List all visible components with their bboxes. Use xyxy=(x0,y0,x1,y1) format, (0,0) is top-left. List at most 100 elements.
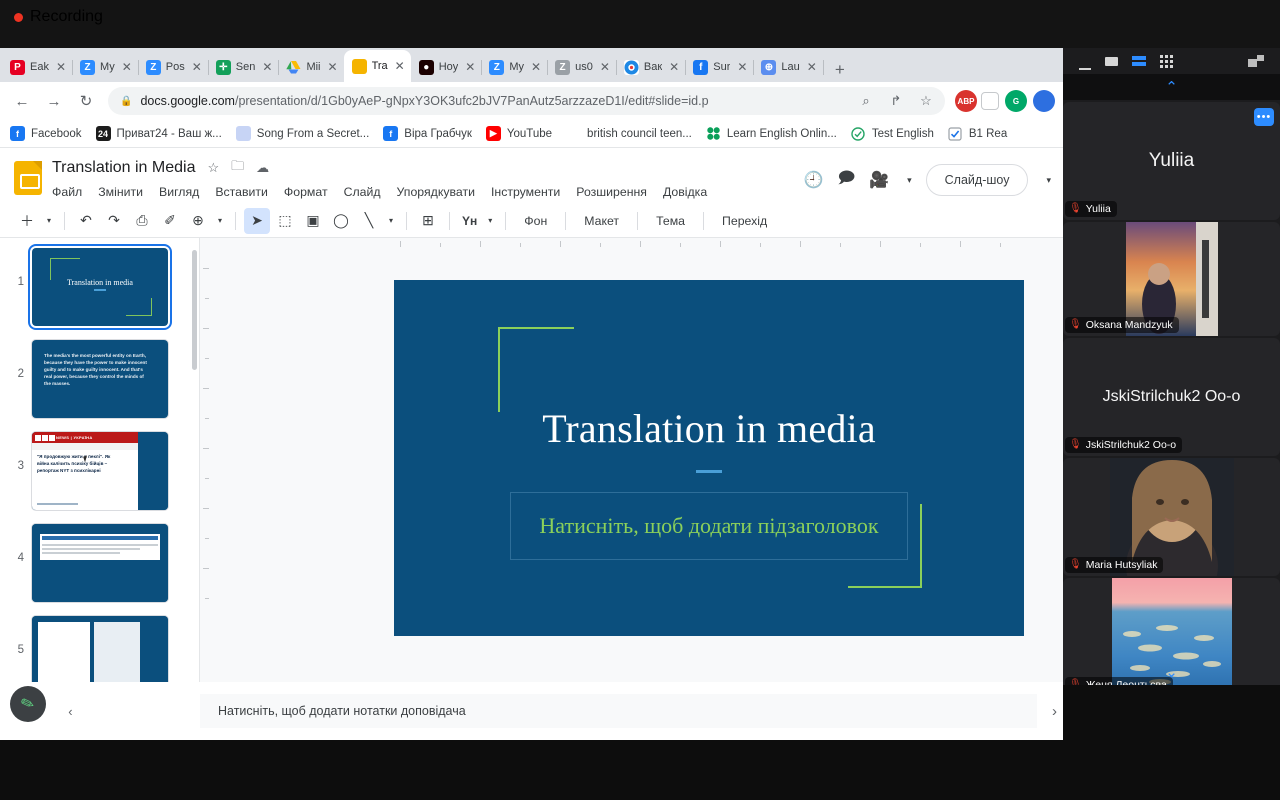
present-button[interactable]: Слайд-шоу xyxy=(926,164,1029,196)
tab-close-icon[interactable]: ✕ xyxy=(120,61,132,73)
tab-close-icon[interactable]: ✕ xyxy=(463,61,475,73)
line-caret-icon[interactable]: ▾ xyxy=(384,208,398,234)
slide-filmstrip[interactable]: 1 Translation in media 2 The me xyxy=(0,238,200,740)
browser-tab[interactable]: Z us0 ✕ xyxy=(547,52,616,82)
address-bar[interactable]: 🔒 docs.google.com/presentation/d/1Gb0yAe… xyxy=(108,87,945,115)
line-button[interactable]: ╲ xyxy=(356,208,382,234)
paint-format-button[interactable]: ✐ xyxy=(157,208,183,234)
back-button[interactable]: ← xyxy=(8,87,36,115)
tab-close-icon[interactable]: ✕ xyxy=(54,61,66,73)
browser-tab[interactable]: Z My ✕ xyxy=(481,52,547,82)
version-history-icon[interactable]: 🕘 xyxy=(804,170,824,190)
bookmark-item[interactable]: G british council teen... xyxy=(566,126,692,141)
present-caret-icon[interactable]: ▾ xyxy=(1046,175,1051,186)
zoom-out-icon[interactable]: ⌕ xyxy=(855,93,877,109)
reload-button[interactable]: ↻ xyxy=(72,87,100,115)
tab-close-icon[interactable]: ✕ xyxy=(393,60,405,72)
tab-close-icon[interactable]: ✕ xyxy=(667,61,679,73)
popout-icon[interactable] xyxy=(1248,55,1264,67)
new-slide-button[interactable]: ＋ xyxy=(14,208,40,234)
participant-tile[interactable]: 🎙 Maria Hutsyliak xyxy=(1063,458,1280,576)
horizontal-ruler[interactable] xyxy=(200,238,1063,254)
redo-button[interactable]: ↷ xyxy=(101,208,127,234)
zoom-button[interactable]: ⊕ xyxy=(185,208,211,234)
document-title[interactable]: Translation in Media xyxy=(52,159,195,177)
star-icon[interactable]: ☆ xyxy=(915,93,937,109)
adblock-plus-icon[interactable]: ABP xyxy=(955,90,977,112)
add-comment-button[interactable]: ⊞ xyxy=(415,208,441,234)
bookmark-item[interactable]: Test English xyxy=(851,126,934,141)
print-button[interactable]: ⎙ xyxy=(129,208,155,234)
tab-close-icon[interactable]: ✕ xyxy=(529,61,541,73)
share-icon[interactable]: ↱ xyxy=(885,93,907,109)
menu-extensions[interactable]: Розширення xyxy=(576,185,647,199)
browser-tab[interactable]: P Eak ✕ xyxy=(2,52,72,82)
slide-title[interactable]: Translation in media xyxy=(394,405,1024,452)
current-slide[interactable]: Translation in media Натисніть, щоб дода… xyxy=(394,280,1024,636)
menu-edit[interactable]: Змінити xyxy=(98,185,143,199)
browser-tab[interactable]: ⊕ Lau ✕ xyxy=(753,52,822,82)
filmstrip-slide[interactable]: 1 Translation in media xyxy=(0,248,199,340)
grammarly-icon[interactable]: G xyxy=(1005,90,1027,112)
participant-tile[interactable]: 🎙 Oksana Mandzyuk xyxy=(1063,222,1280,336)
star-icon[interactable]: ☆ xyxy=(207,160,219,176)
speaker-view-icon[interactable] xyxy=(1105,57,1118,66)
tab-close-icon[interactable]: ✕ xyxy=(260,61,272,73)
forward-button[interactable]: → xyxy=(40,87,68,115)
profile-icon[interactable] xyxy=(1033,90,1055,112)
text-box-button[interactable]: ⬚ xyxy=(272,208,298,234)
meet-caret-icon[interactable]: ▾ xyxy=(907,175,912,186)
move-to-folder-icon[interactable]: 🗀 xyxy=(231,157,244,179)
menu-slide[interactable]: Слайд xyxy=(344,185,381,199)
tab-close-icon[interactable]: ✕ xyxy=(735,61,747,73)
grid-view-icon[interactable] xyxy=(1160,55,1173,68)
comment-icon[interactable]: 🗩 xyxy=(837,167,855,194)
browser-tab[interactable]: ✛ Sen ✕ xyxy=(208,52,279,82)
filmstrip-slide[interactable]: 4 xyxy=(0,524,199,616)
gallery-view-icon[interactable] xyxy=(1132,56,1146,66)
menu-tools[interactable]: Інструменти xyxy=(491,185,560,199)
menu-file[interactable]: Файл xyxy=(52,185,82,199)
bookmark-item[interactable]: f Віра Грабчук xyxy=(383,126,472,141)
participant-tile[interactable]: JskiStrilchuk2 Oo-o 🎙 JskiStrilchuk2 Oo-… xyxy=(1063,338,1280,456)
browser-tab-active[interactable]: Tra ✕ xyxy=(344,50,411,82)
filmstrip-scrollbar[interactable] xyxy=(192,250,197,370)
bookmark-item[interactable]: B1 Rea xyxy=(948,126,1007,141)
bookmark-item[interactable]: Song From a Secret... xyxy=(236,126,370,141)
tab-close-icon[interactable]: ✕ xyxy=(326,61,338,73)
browser-tab[interactable]: f Sur ✕ xyxy=(685,52,753,82)
new-tab-button[interactable]: + xyxy=(823,61,855,82)
select-tool-button[interactable]: ➤ xyxy=(244,208,270,234)
browser-tab[interactable]: Mii ✕ xyxy=(278,52,343,82)
transliterate-button[interactable]: Yн xyxy=(458,208,481,234)
menu-insert[interactable]: Вставити xyxy=(215,185,268,199)
slide-thumbnail[interactable] xyxy=(32,524,168,602)
slide-canvas-area[interactable]: Translation in media Натисніть, щоб дода… xyxy=(200,238,1063,740)
undo-button[interactable]: ↶ xyxy=(73,208,99,234)
bookmark-item[interactable]: ▶ YouTube xyxy=(486,126,552,141)
bookmark-item[interactable]: Learn English Onlin... xyxy=(706,126,837,141)
menu-help[interactable]: Довідка xyxy=(663,185,707,199)
slide-thumbnail[interactable]: The media's the most powerful entity on … xyxy=(32,340,168,418)
cloud-saved-icon[interactable]: ☁ xyxy=(256,160,269,176)
bookmark-item[interactable]: f Facebook xyxy=(10,126,82,141)
menu-arrange[interactable]: Упорядкувати xyxy=(397,185,475,199)
zoom-caret-icon[interactable]: ▾ xyxy=(213,208,227,234)
tab-close-icon[interactable]: ✕ xyxy=(598,61,610,73)
menu-format[interactable]: Формат xyxy=(284,185,328,199)
expand-gallery-button[interactable]: ⌄ xyxy=(1165,663,1178,681)
collapse-gallery-button[interactable]: ⌃ xyxy=(1063,74,1280,100)
video-camera-icon[interactable]: 🎥 xyxy=(869,170,889,190)
filmstrip-slide[interactable]: 2 The media's the most powerful entity o… xyxy=(0,340,199,432)
collapse-filmstrip-button[interactable]: ‹ xyxy=(68,704,72,719)
browser-tab[interactable]: Вак ✕ xyxy=(616,52,685,82)
extension-square-icon[interactable] xyxy=(981,92,999,110)
explore-pen-button[interactable]: ✎ xyxy=(10,686,46,722)
filmstrip-slide[interactable]: 3 NEWS | УКРАЇНА "Я продовжую жити в пек… xyxy=(0,432,199,524)
browser-tab[interactable]: ● Hoу ✕ xyxy=(411,52,482,82)
slide-subtitle-placeholder[interactable]: Натисніть, щоб додати підзаголовок xyxy=(510,492,908,560)
layout-button[interactable]: Макет xyxy=(574,214,629,228)
background-button[interactable]: Фон xyxy=(514,214,557,228)
transliterate-caret-icon[interactable]: ▾ xyxy=(483,208,497,234)
speaker-notes-input[interactable]: Натисніть, щоб додати нотатки доповідача xyxy=(200,694,1037,728)
